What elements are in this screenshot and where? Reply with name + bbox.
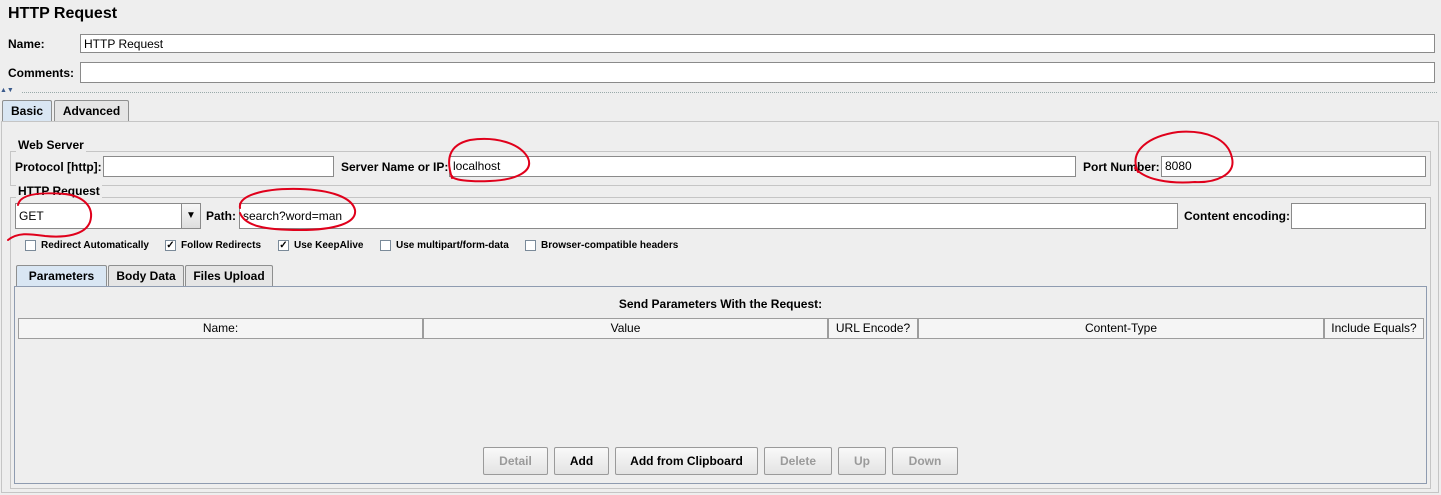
port-label: Port Number: (1083, 160, 1160, 174)
content-encoding-field[interactable] (1291, 203, 1426, 229)
follow-redirects-checkbox[interactable]: ✓ Follow Redirects (165, 240, 261, 251)
parameters-table-body[interactable] (18, 339, 1424, 439)
name-label: Name: (8, 37, 45, 51)
column-header-content-type[interactable]: Content-Type (918, 318, 1324, 339)
port-field[interactable]: 8080 (1161, 156, 1426, 177)
comments-label: Comments: (8, 66, 75, 80)
tab-advanced[interactable]: Advanced (54, 100, 129, 122)
add-button[interactable]: Add (554, 447, 609, 475)
tab-basic[interactable]: Basic (2, 100, 52, 122)
column-header-name[interactable]: Name: (18, 318, 423, 339)
server-label: Server Name or IP: (341, 160, 449, 174)
column-header-include-equals[interactable]: Include Equals? (1324, 318, 1424, 339)
use-multipart-checkbox[interactable]: Use multipart/form-data (380, 240, 509, 251)
name-field[interactable]: HTTP Request (80, 34, 1435, 53)
checkbox-box[interactable] (380, 240, 391, 251)
use-keepalive-checkbox[interactable]: ✓ Use KeepAlive (278, 240, 363, 251)
tab-files-upload[interactable]: Files Upload (185, 265, 273, 287)
method-select[interactable]: GET (15, 203, 182, 229)
add-from-clipboard-button[interactable]: Add from Clipboard (615, 447, 758, 475)
detail-button[interactable]: Detail (483, 447, 548, 475)
tab-parameters[interactable]: Parameters (16, 265, 107, 287)
checkmark-icon[interactable]: ✓ (278, 240, 289, 251)
down-button[interactable]: Down (892, 447, 958, 475)
web-server-title: Web Server (16, 138, 86, 152)
server-field[interactable]: localhost (449, 156, 1076, 177)
checkmark-icon[interactable]: ✓ (165, 240, 176, 251)
splitter-arrows-icon[interactable]: ▲▼ (0, 87, 20, 95)
column-header-url-encode[interactable]: URL Encode? (828, 318, 918, 339)
parameters-caption: Send Parameters With the Request: (618, 297, 823, 311)
browser-compatible-headers-checkbox[interactable]: Browser-compatible headers (525, 240, 678, 251)
content-encoding-label: Content encoding: (1184, 209, 1290, 223)
up-button[interactable]: Up (838, 447, 886, 475)
splitter-divider[interactable] (22, 92, 1437, 93)
path-label: Path: (206, 209, 236, 223)
tab-body-data[interactable]: Body Data (108, 265, 184, 287)
redirect-automatically-checkbox[interactable]: Redirect Automatically (25, 240, 149, 251)
delete-button[interactable]: Delete (764, 447, 832, 475)
comments-field[interactable] (80, 62, 1435, 83)
chevron-down-icon[interactable]: ▼ (181, 203, 201, 229)
protocol-field[interactable] (103, 156, 334, 177)
column-header-value[interactable]: Value (423, 318, 828, 339)
checkbox-box[interactable] (525, 240, 536, 251)
http-request-title: HTTP Request (16, 184, 102, 198)
path-field[interactable]: search?word=man (239, 203, 1178, 229)
page-title: HTTP Request (8, 5, 118, 22)
checkbox-box[interactable] (25, 240, 36, 251)
protocol-label: Protocol [http]: (15, 160, 102, 174)
